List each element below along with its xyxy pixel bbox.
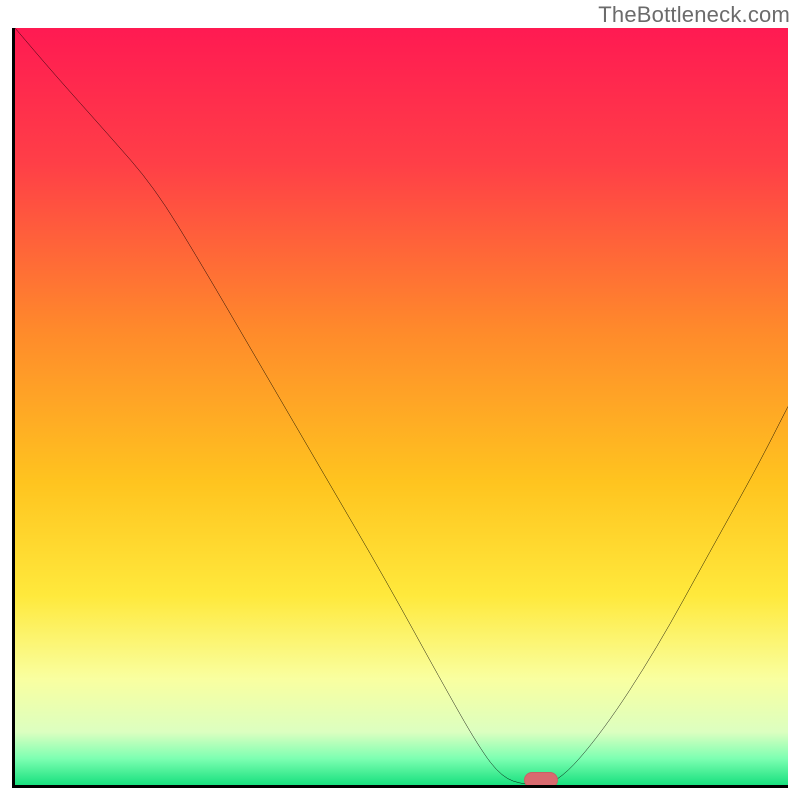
bottleneck-curve [15, 28, 788, 785]
optimal-point-marker [524, 772, 558, 788]
chart-frame: TheBottleneck.com [0, 0, 800, 800]
watermark-text: TheBottleneck.com [598, 2, 790, 28]
plot-area [12, 28, 788, 788]
